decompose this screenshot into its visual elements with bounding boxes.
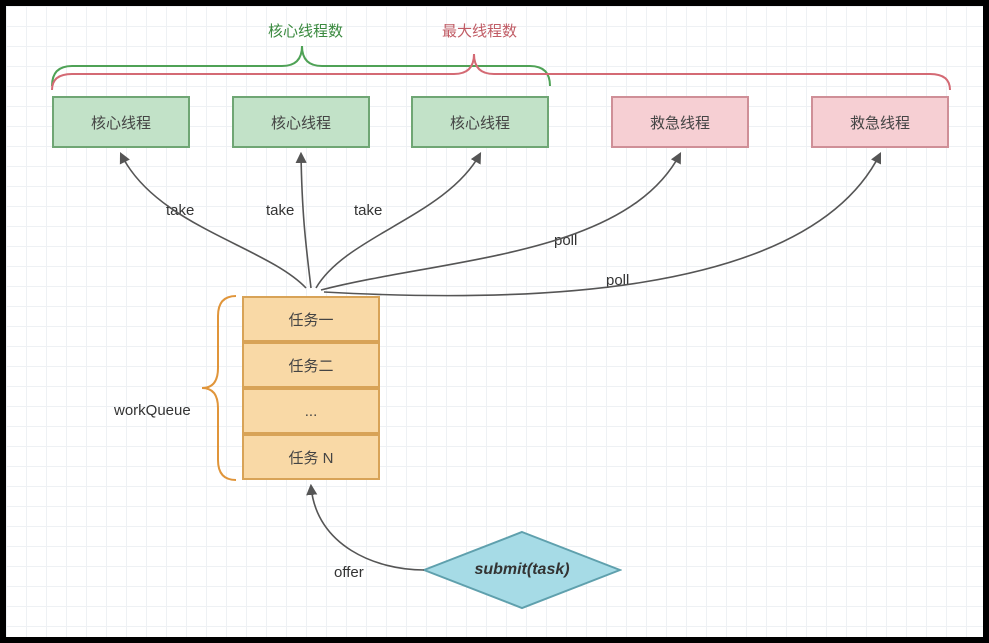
label-workqueue: workQueue	[114, 402, 191, 419]
brace-max	[52, 54, 950, 90]
label-take-1: take	[166, 202, 194, 219]
label-poll-2: poll	[606, 272, 629, 289]
diagram-canvas: 核心线程数 最大线程数 核心线程 核心线程 核心线程 救急线程 救急线程 tak…	[0, 0, 989, 643]
emergency-thread-1: 救急线程	[611, 96, 749, 148]
core-thread-2: 核心线程	[232, 96, 370, 148]
brace-core	[52, 46, 550, 86]
core-thread-3: 核心线程	[411, 96, 549, 148]
label-poll-1: poll	[554, 232, 577, 249]
task-2: 任务二	[242, 342, 380, 388]
label-take-2: take	[266, 202, 294, 219]
arrow-poll-2	[324, 154, 880, 296]
arrow-take-2	[301, 154, 311, 288]
arrow-take-1	[121, 154, 306, 288]
label-max-pool-size: 最大线程数	[442, 20, 517, 41]
task-4: 任务 N	[242, 434, 380, 480]
task-1: 任务一	[242, 296, 380, 342]
emergency-thread-2: 救急线程	[811, 96, 949, 148]
task-3: ...	[242, 388, 380, 434]
core-thread-1: 核心线程	[52, 96, 190, 148]
label-offer: offer	[334, 564, 364, 581]
label-submit: submit(task)	[422, 530, 622, 610]
arrow-take-3	[316, 154, 480, 288]
brace-workqueue	[202, 296, 236, 480]
label-core-pool-size: 核心线程数	[268, 20, 343, 41]
arrow-offer	[311, 486, 424, 570]
label-take-3: take	[354, 202, 382, 219]
submit-diamond: submit(task)	[422, 530, 622, 610]
arrow-poll-1	[321, 154, 680, 290]
